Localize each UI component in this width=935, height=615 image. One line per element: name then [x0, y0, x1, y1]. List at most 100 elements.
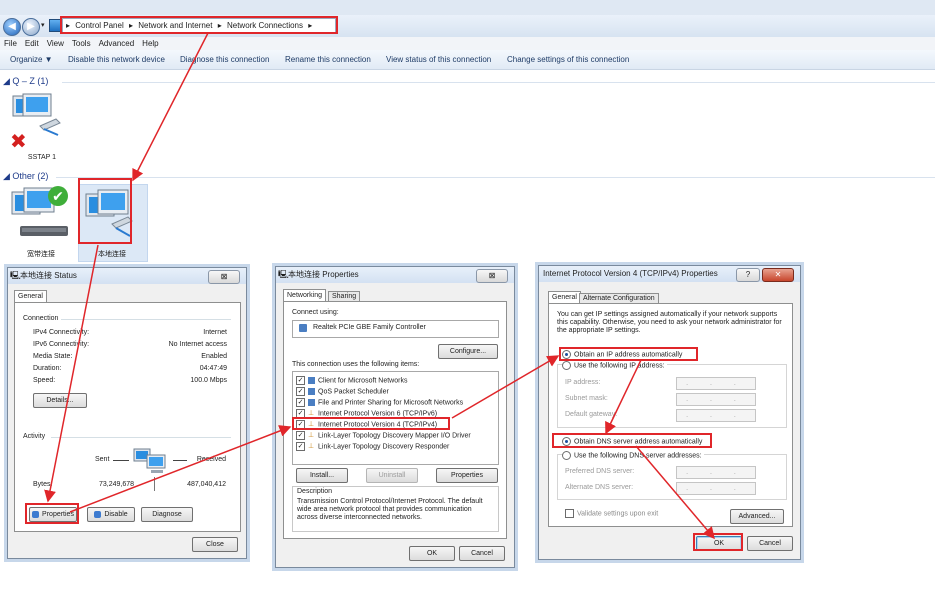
section-divider — [61, 319, 231, 320]
checkbox-checked[interactable]: ✓ — [296, 398, 305, 407]
ipv4-connectivity-value: Internet — [203, 329, 227, 336]
view-status-command[interactable]: View status of this connection — [386, 50, 491, 69]
duration-value: 04:47:49 — [199, 365, 227, 372]
ipv6-connectivity-label: IPv6 Connectivity: — [33, 341, 90, 348]
description-group: Description Transmission Control Protoco… — [292, 486, 499, 532]
disable-button[interactable]: Disable — [87, 507, 135, 522]
history-dropdown-icon[interactable]: ▾ — [41, 21, 45, 29]
configure-button[interactable]: Configure... — [438, 344, 498, 359]
annotation-box-obtain-dns — [552, 433, 712, 448]
disconnected-x-icon: ✖ — [10, 131, 27, 153]
item-label: File and Printer Sharing for Microsoft N… — [318, 399, 464, 407]
properties-dialog: 🖳 本地连接 Properties ⊠ Networking Sharing C… — [275, 266, 515, 568]
bytes-label: Bytes: — [33, 481, 53, 488]
checkbox-checked[interactable]: ✓ — [296, 442, 305, 451]
ok-button[interactable]: OK — [409, 546, 455, 561]
checkbox-checked[interactable]: ✓ — [296, 376, 305, 385]
menu-advanced[interactable]: Advanced — [99, 37, 135, 50]
list-item[interactable]: ✓ QoS Packet Scheduler — [296, 387, 389, 396]
connected-check-icon: ✔ — [48, 186, 68, 206]
activity-computers-icon — [133, 448, 166, 473]
menu-edit[interactable]: Edit — [25, 37, 39, 50]
bytes-separator — [154, 477, 155, 491]
item-label: Link-Layer Topology Discovery Mapper I/O… — [318, 432, 471, 440]
close-icon[interactable]: ⊠ — [476, 269, 508, 283]
group-divider — [62, 82, 935, 83]
protocol-icon: ⊥ — [308, 432, 315, 439]
sent-label: Sent — [95, 456, 110, 463]
alternate-dns-label: Alternate DNS server: — [565, 484, 634, 491]
validate-option[interactable]: Validate settings upon exit — [565, 509, 658, 518]
change-settings-command[interactable]: Change settings of this connection — [507, 50, 629, 69]
list-item[interactable]: ✓ ⊥ Link-Layer Topology Discovery Mapper I… — [296, 431, 471, 440]
client-icon — [308, 377, 315, 384]
ipv4-intro-text: You can get IP settings assigned automat… — [557, 311, 782, 334]
close-icon[interactable]: ⊠ — [208, 270, 240, 284]
back-arrow-icon[interactable]: ◀ — [3, 18, 21, 36]
checkbox-checked[interactable]: ✓ — [296, 387, 305, 396]
network-small-icon: 🖳 — [278, 270, 289, 279]
status-dialog: 🖳 本地连接 Status ⊠ General Connection IPv4 … — [7, 267, 247, 559]
adapter-broadband[interactable]: ✔ — [10, 186, 72, 246]
adapter-label-local: 本地连接 — [98, 251, 126, 258]
list-item[interactable]: ✓ ⊥ Link-Layer Topology Discovery Responde… — [296, 442, 449, 451]
list-item[interactable]: ✓ File and Printer Sharing for Microsoft … — [296, 398, 463, 407]
group-header-qz[interactable]: ◢ Q – Z (1) — [3, 76, 48, 87]
diagnose-button[interactable]: Diagnose — [141, 507, 193, 522]
menu-file[interactable]: File — [4, 37, 17, 50]
group-label: Q – Z (1) — [12, 76, 49, 86]
install-button[interactable]: Install... — [296, 468, 348, 483]
annotation-box-local-adapter — [78, 178, 132, 244]
tab-general[interactable]: General — [14, 290, 47, 302]
list-item[interactable]: ✓ Client for Microsoft Networks — [296, 376, 407, 385]
disable-device-command[interactable]: Disable this network device — [68, 50, 165, 69]
checkbox-checked[interactable]: ✓ — [296, 431, 305, 440]
tab-alternate-configuration[interactable]: Alternate Configuration — [579, 293, 659, 303]
adapter-sstap[interactable]: ✖ — [10, 93, 65, 153]
adapter-name: Realtek PCIe GBE Family Controller — [313, 324, 426, 331]
help-icon[interactable]: ? — [736, 268, 760, 282]
status-general-panel: Connection IPv4 Connectivity: Internet I… — [14, 302, 241, 532]
radio-unselected[interactable] — [562, 451, 571, 460]
speed-label: Speed: — [33, 377, 56, 384]
service-icon — [308, 399, 315, 406]
menu-help[interactable]: Help — [142, 37, 158, 50]
rename-command[interactable]: Rename this connection — [285, 50, 371, 69]
advanced-button[interactable]: Advanced... — [730, 509, 784, 524]
menu-view[interactable]: View — [47, 37, 64, 50]
ip-address-field: . . . — [676, 377, 756, 390]
media-state-value: Enabled — [201, 353, 227, 360]
adapter-label-sstap: SSTAP 1 — [27, 154, 57, 161]
duration-label: Duration: — [33, 365, 62, 372]
section-divider — [51, 437, 231, 438]
tab-sharing[interactable]: Sharing — [328, 291, 361, 301]
tab-general[interactable]: General — [548, 291, 581, 303]
activity-heading: Activity — [23, 433, 46, 440]
forward-arrow-icon[interactable]: ▶ — [22, 18, 40, 36]
group-header-other[interactable]: ◢ Other (2) — [3, 171, 48, 182]
close-button[interactable]: Close — [192, 537, 238, 552]
organize-button[interactable]: Organize ▼ — [10, 50, 53, 69]
cancel-button[interactable]: Cancel — [459, 546, 505, 561]
tab-networking[interactable]: Networking — [283, 289, 327, 301]
details-button[interactable]: Details... — [33, 393, 87, 408]
close-icon[interactable]: ✕ — [762, 268, 794, 282]
checkbox-unchecked[interactable] — [565, 509, 574, 518]
preferred-dns-field: . . . — [676, 466, 756, 479]
preferred-dns-label: Preferred DNS server: — [565, 468, 635, 475]
collapse-triangle-icon: ◢ — [3, 171, 13, 181]
item-properties-button[interactable]: Properties — [436, 468, 498, 483]
cancel-button[interactable]: Cancel — [747, 536, 793, 551]
use-ip-option[interactable]: Use the following IP address: — [562, 361, 667, 370]
group-divider — [56, 177, 935, 178]
command-bar: Organize ▼ Disable this network device D… — [0, 50, 935, 70]
radio-unselected[interactable] — [562, 361, 571, 370]
subnet-mask-field: . . . — [676, 393, 756, 406]
protocol-icon: ⊥ — [308, 410, 315, 417]
description-text: Transmission Control Protocol/Internet P… — [297, 498, 483, 521]
use-dns-option[interactable]: Use the following DNS server addresses: — [562, 451, 704, 460]
menu-tools[interactable]: Tools — [72, 37, 91, 50]
nic-icon — [299, 324, 307, 332]
diagnose-command[interactable]: Diagnose this connection — [180, 50, 269, 69]
network-small-icon: 🖳 — [10, 271, 21, 280]
